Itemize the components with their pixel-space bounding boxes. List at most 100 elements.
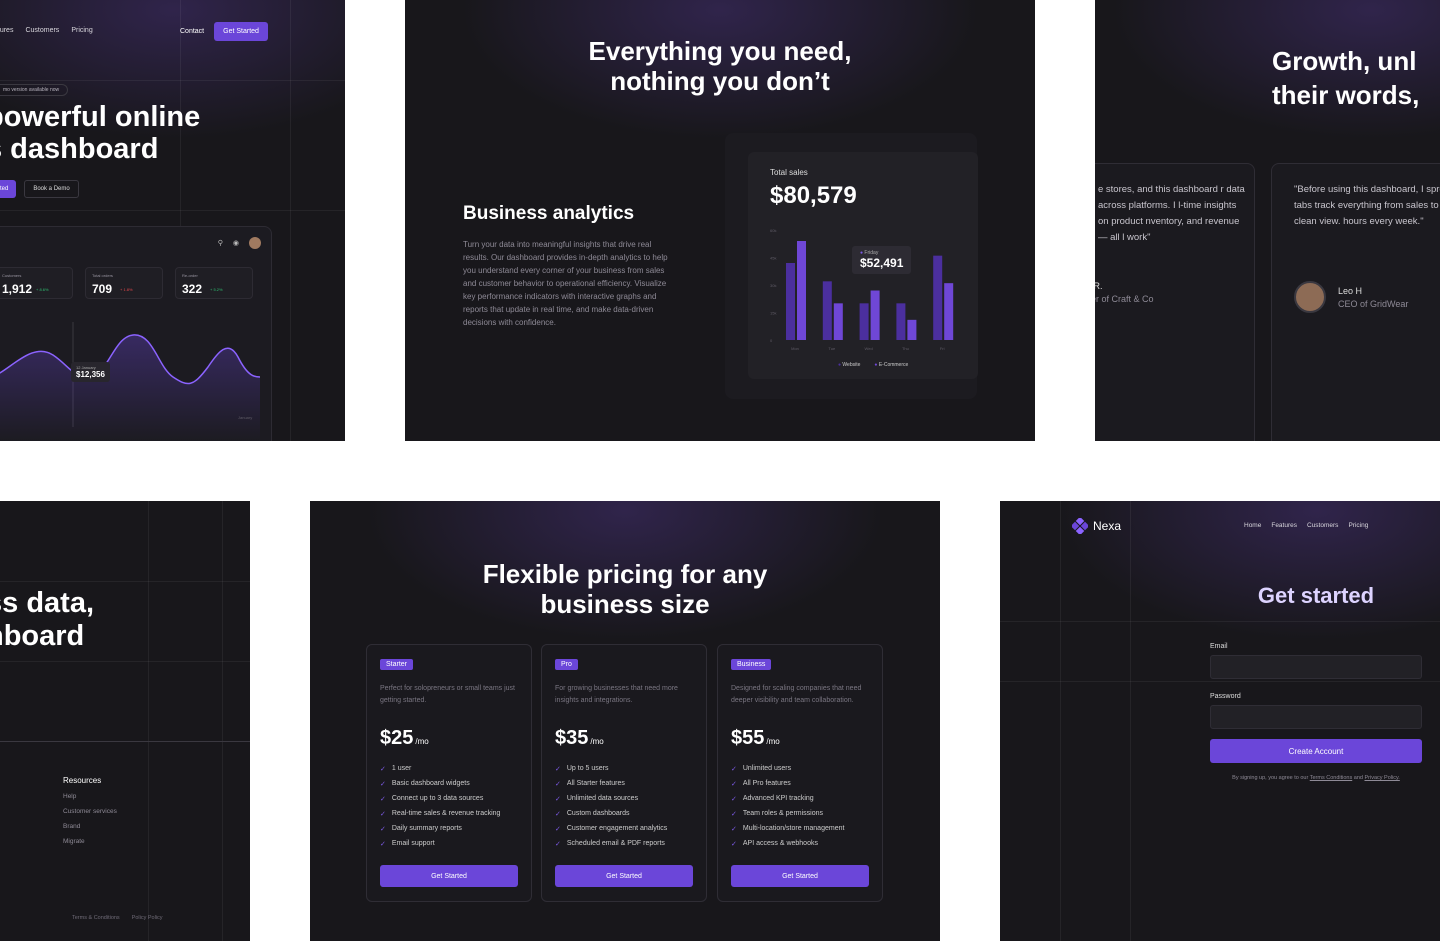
bar[interactable]	[907, 319, 917, 340]
gridline	[0, 661, 250, 662]
nav-actions: Contact Get Started	[180, 22, 268, 41]
x-tick-label: Thu	[902, 346, 909, 351]
check-icon: ✓	[731, 825, 737, 833]
x-tick-label: Tue	[828, 346, 836, 351]
hero-get-started-button[interactable]: rted	[0, 180, 17, 198]
legend-label: Website	[842, 362, 861, 368]
password-field[interactable]	[1210, 705, 1422, 729]
section-title-line: nothing you don’t	[610, 66, 830, 96]
feature-text: Team roles & permissions	[742, 810, 824, 817]
price-period: /mo	[590, 737, 604, 746]
price-amount: $25	[380, 727, 414, 749]
nav-customers[interactable]: Customers	[25, 27, 59, 34]
hero-title: powerful online s dashboard	[0, 101, 200, 165]
author-role: der of Craft & Co	[1095, 294, 1154, 304]
plan-badge: Starter	[380, 659, 414, 670]
email-field[interactable]	[1210, 655, 1422, 679]
testimonial-card: "Before using this dashboard, I spreadsh…	[1271, 163, 1440, 441]
footer-link-customer-services[interactable]: Customer services	[63, 808, 117, 815]
privacy-link[interactable]: Privacy Policy.	[1364, 775, 1399, 781]
top-nav: Home Features Customers Pricing	[1244, 522, 1368, 529]
feature-text: 1 user	[391, 765, 412, 772]
pro-get-started-button[interactable]: Get Started	[555, 865, 693, 887]
feature-text: All Pro features	[742, 780, 791, 787]
terms-link[interactable]: Terms & Conditions	[72, 915, 120, 921]
bar[interactable]	[833, 303, 843, 340]
nav-contact[interactable]: Contact	[180, 28, 204, 35]
plan-badge: Pro	[555, 659, 578, 670]
bar[interactable]	[933, 255, 943, 340]
bar[interactable]	[870, 290, 880, 341]
bar[interactable]	[859, 303, 869, 340]
feature-description: Turn your data into meaningful insights …	[463, 240, 668, 327]
list-item: ✓ Unlimited data sources	[555, 791, 667, 806]
check-icon: ✓	[380, 825, 386, 833]
bar[interactable]	[896, 303, 906, 340]
policy-link[interactable]: Policy Policy	[132, 915, 163, 921]
bar[interactable]	[797, 241, 806, 340]
list-item: ✓ Scheduled email & PDF reports	[555, 836, 667, 851]
feature-text: Customer engagement analytics	[566, 825, 668, 832]
brand-logo[interactable]: Nexa	[1072, 518, 1121, 534]
nav-pricing[interactable]: Pricing	[1348, 522, 1368, 529]
x-tick-label: Mon	[791, 346, 799, 351]
plan-description: Designed for scaling companies that need…	[731, 685, 862, 704]
book-demo-button[interactable]: Book a Demo	[24, 180, 79, 198]
check-icon: ✓	[555, 840, 561, 848]
cta-title-line: ss data,	[0, 587, 94, 619]
price-period: /mo	[766, 737, 780, 746]
tooltip-value: $52,491	[860, 256, 904, 270]
feature-list: ✓ 1 user ✓ Basic dashboard widgets ✓ Connec…	[380, 761, 500, 851]
footer-link-brand[interactable]: Brand	[63, 823, 117, 830]
price-amount: $35	[555, 727, 589, 749]
nav-features[interactable]: atures	[0, 27, 13, 34]
list-item: ✓ All Pro features	[731, 776, 844, 791]
starter-get-started-button[interactable]: Get Started	[380, 865, 518, 887]
y-tick-label: 0	[770, 338, 773, 343]
legend-item: ● E-Commerce	[874, 362, 908, 368]
check-icon: ✓	[380, 765, 386, 773]
testimonial-card: e stores, and this dashboard r data acro…	[1095, 163, 1255, 441]
x-tick-label: Wed	[865, 346, 873, 351]
section-title-line: Growth, unl	[1272, 46, 1417, 76]
feature-text: Scheduled email & PDF reports	[566, 840, 665, 847]
business-get-started-button[interactable]: Get Started	[731, 865, 869, 887]
page-title: Get started	[1257, 583, 1375, 608]
announcement-pill[interactable]: mo version available now	[0, 84, 69, 96]
gridline	[148, 501, 149, 941]
author-name: Leo H	[1338, 285, 1363, 296]
nav-home[interactable]: Home	[1244, 522, 1261, 529]
footer-panel: ss data, hboard Resources Help Customer …	[0, 501, 250, 941]
nav-customers[interactable]: Customers	[1307, 522, 1338, 529]
footer-link-migrate[interactable]: Migrate	[63, 838, 117, 845]
y-tick-label: 30k	[770, 283, 776, 288]
list-item: ✓ Email support	[380, 836, 500, 851]
feature-list: ✓ Unlimited users ✓ All Pro features ✓ Adva…	[731, 761, 844, 851]
terms-link[interactable]: Terms Conditions	[1310, 775, 1353, 781]
bar[interactable]	[786, 263, 795, 340]
check-icon: ✓	[555, 810, 561, 818]
create-account-button[interactable]: Create Account	[1210, 739, 1422, 763]
footer-link-help[interactable]: Help	[63, 793, 117, 800]
check-icon: ✓	[731, 810, 737, 818]
testimonial-quote: "Before using this dashboard, I spreadsh…	[1294, 184, 1440, 227]
resources-heading: Resources	[63, 776, 102, 785]
author-name: a R.	[1095, 281, 1103, 291]
get-started-button[interactable]: Get Started	[214, 22, 268, 41]
axis-label: January	[238, 415, 253, 420]
feature-text: Up to 5 users	[566, 765, 609, 772]
cta-title-line: hboard	[0, 620, 85, 652]
section-title: Growth, unl their words,	[1272, 44, 1419, 112]
legend-label: E-Commerce	[878, 362, 909, 368]
nav-features[interactable]: Features	[1271, 522, 1297, 529]
nav-pricing[interactable]: Pricing	[71, 27, 92, 34]
gridline	[1000, 621, 1440, 622]
testimonial-author: Leo H CEO of GridWear	[1294, 281, 1408, 313]
plan-description: For growing businesses that need more in…	[555, 685, 678, 704]
gridline	[1130, 501, 1131, 941]
plan-price: $25/mo	[380, 727, 429, 750]
bar[interactable]	[822, 281, 832, 340]
list-item: ✓ Customer engagement analytics	[555, 821, 667, 836]
bar[interactable]	[944, 283, 954, 340]
feature-text: Daily summary reports	[391, 825, 462, 832]
